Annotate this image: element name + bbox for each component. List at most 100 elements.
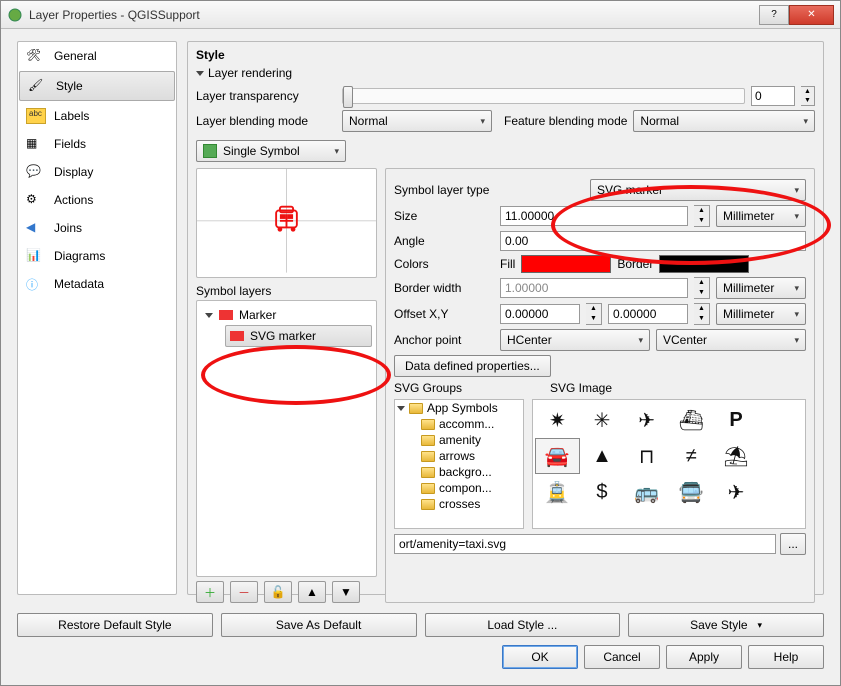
svg-path-input[interactable]: ort/amenity=taxi.svg: [394, 534, 776, 554]
svg-icon-parking[interactable]: P: [714, 402, 759, 438]
close-button[interactable]: ✕: [789, 5, 834, 25]
svg-image-grid[interactable]: ✷ ✳ ✈ ⛴ P 🚘 ▲ ⊓ ≠ ⛱ 🚊: [532, 399, 806, 529]
cancel-button[interactable]: Cancel: [584, 645, 660, 669]
svg-icon-blank[interactable]: [758, 438, 803, 474]
sidebar-item-general[interactable]: 🛠General: [18, 42, 176, 70]
move-down-button[interactable]: ▼: [332, 581, 360, 603]
sidebar-item-diagrams[interactable]: 📊Diagrams: [18, 242, 176, 270]
layer-svg-marker[interactable]: SVG marker: [225, 325, 372, 347]
colors-label: Colors: [394, 257, 494, 271]
single-symbol-icon: [203, 144, 217, 158]
folder-icon: [421, 435, 435, 446]
up-icon: ▲: [306, 585, 318, 599]
speech-icon: 💬: [26, 164, 46, 180]
svg-groups-tree[interactable]: App Symbols accomm... amenity arrows bac…: [394, 399, 524, 529]
svg-icon-car[interactable]: 🚘: [535, 438, 580, 474]
border-color-swatch[interactable]: [659, 255, 749, 273]
offset-unit-combo[interactable]: Millimeter: [716, 303, 806, 325]
border-width-spinner[interactable]: ▲▼: [694, 277, 710, 299]
transparency-value[interactable]: 0: [751, 86, 795, 106]
plus-icon: ＋: [204, 584, 216, 601]
sidebar-item-style[interactable]: 🖌Style: [19, 71, 175, 101]
lock-layer-button[interactable]: 🔓: [264, 581, 292, 603]
load-style-button[interactable]: Load Style ...: [425, 613, 621, 637]
offset-y-input[interactable]: 0.00000: [608, 304, 688, 324]
marker-icon: [219, 310, 233, 320]
tree-item[interactable]: accomm...: [395, 416, 523, 432]
transparency-spinner[interactable]: ▲▼: [801, 86, 815, 106]
transparency-label: Layer transparency: [196, 89, 336, 103]
sidebar-item-actions[interactable]: ⚙Actions: [18, 186, 176, 214]
rendering-disclosure[interactable]: Layer rendering: [196, 66, 815, 80]
svg-icon-shelter[interactable]: ⛱: [714, 438, 759, 474]
border-width-unit-combo[interactable]: Millimeter: [716, 277, 806, 299]
svg-icon-ship[interactable]: ⛴: [669, 402, 714, 438]
tree-item[interactable]: backgro...: [395, 464, 523, 480]
help-button[interactable]: Help: [748, 645, 824, 669]
slider-thumb[interactable]: [343, 86, 353, 108]
gear-icon: ⚙: [26, 192, 46, 208]
move-up-button[interactable]: ▲: [298, 581, 326, 603]
renderer-combo[interactable]: Single Symbol: [196, 140, 346, 162]
svg-icon-gate[interactable]: ⊓: [624, 438, 669, 474]
svg-icon-star[interactable]: ✷: [535, 402, 580, 438]
svg-icon-blank[interactable]: [758, 402, 803, 438]
save-style-button[interactable]: Save Style▾: [628, 613, 824, 637]
fill-color-swatch[interactable]: [521, 255, 611, 273]
svg-icon-plane[interactable]: ✈: [624, 402, 669, 438]
type-label: Symbol layer type: [394, 183, 584, 197]
tree-item[interactable]: crosses: [395, 496, 523, 512]
sidebar-item-metadata[interactable]: ⓘMetadata: [18, 270, 176, 298]
svg-icon-toll[interactable]: $: [580, 474, 625, 510]
minus-icon: －: [238, 584, 250, 601]
add-layer-button[interactable]: ＋: [196, 581, 224, 603]
angle-input[interactable]: 0.00: [500, 231, 806, 251]
border-width-input[interactable]: 1.00000: [500, 278, 688, 298]
sidebar-item-fields[interactable]: ▦Fields: [18, 130, 176, 158]
offset-x-spinner[interactable]: ▲▼: [586, 303, 602, 325]
data-defined-button[interactable]: Data defined properties...: [394, 355, 551, 377]
anchor-v-combo[interactable]: VCenter: [656, 329, 806, 351]
feature-blend-combo[interactable]: Normal: [633, 110, 815, 132]
restore-default-button[interactable]: Restore Default Style: [17, 613, 213, 637]
svg-icon-burst[interactable]: ✳: [580, 402, 625, 438]
fill-label: Fill: [500, 257, 515, 271]
triangle-down-icon: [397, 406, 405, 411]
save-as-default-button[interactable]: Save As Default: [221, 613, 417, 637]
offset-y-spinner[interactable]: ▲▼: [694, 303, 710, 325]
size-spinner[interactable]: ▲▼: [694, 205, 710, 227]
transparency-slider[interactable]: [342, 88, 745, 104]
svg-icon-bus2[interactable]: 🚍: [669, 474, 714, 510]
svg-icon-monument[interactable]: ▲: [580, 438, 625, 474]
svg-icon-noequal[interactable]: ≠: [669, 438, 714, 474]
folder-icon: [421, 483, 435, 494]
layer-root[interactable]: Marker: [201, 305, 372, 325]
tree-item[interactable]: arrows: [395, 448, 523, 464]
tree-root[interactable]: App Symbols: [395, 400, 523, 416]
size-unit-combo[interactable]: Millimeter: [716, 205, 806, 227]
sidebar-item-labels[interactable]: abcLabels: [18, 102, 176, 130]
ok-button[interactable]: OK: [502, 645, 578, 669]
anchor-h-combo[interactable]: HCenter: [500, 329, 650, 351]
tree-item[interactable]: amenity: [395, 432, 523, 448]
svg-icon-bus[interactable]: 🚌: [624, 474, 669, 510]
offset-x-input[interactable]: 0.00000: [500, 304, 580, 324]
sidebar-item-display[interactable]: 💬Display: [18, 158, 176, 186]
symbol-preview: [196, 168, 377, 278]
symbol-layers-tree[interactable]: Marker SVG marker: [196, 300, 377, 577]
symbol-type-combo[interactable]: SVG marker: [590, 179, 806, 201]
apply-button[interactable]: Apply: [666, 645, 742, 669]
size-input[interactable]: 11.00000: [500, 206, 688, 226]
layer-blend-combo[interactable]: Normal: [342, 110, 492, 132]
tree-item[interactable]: compon...: [395, 480, 523, 496]
sidebar-item-joins[interactable]: ◀Joins: [18, 214, 176, 242]
info-icon: ⓘ: [26, 276, 46, 292]
browse-button[interactable]: ...: [780, 533, 806, 555]
folder-icon: [421, 499, 435, 510]
svg-icon-plane2[interactable]: ✈: [714, 474, 759, 510]
help-button-titlebar[interactable]: ?: [759, 5, 789, 25]
svg-icon-tram[interactable]: 🚊: [535, 474, 580, 510]
dialog-window: Layer Properties - QGISSupport ? ✕ 🛠Gene…: [0, 0, 841, 686]
lock-icon: 🔓: [271, 585, 286, 599]
remove-layer-button[interactable]: －: [230, 581, 258, 603]
